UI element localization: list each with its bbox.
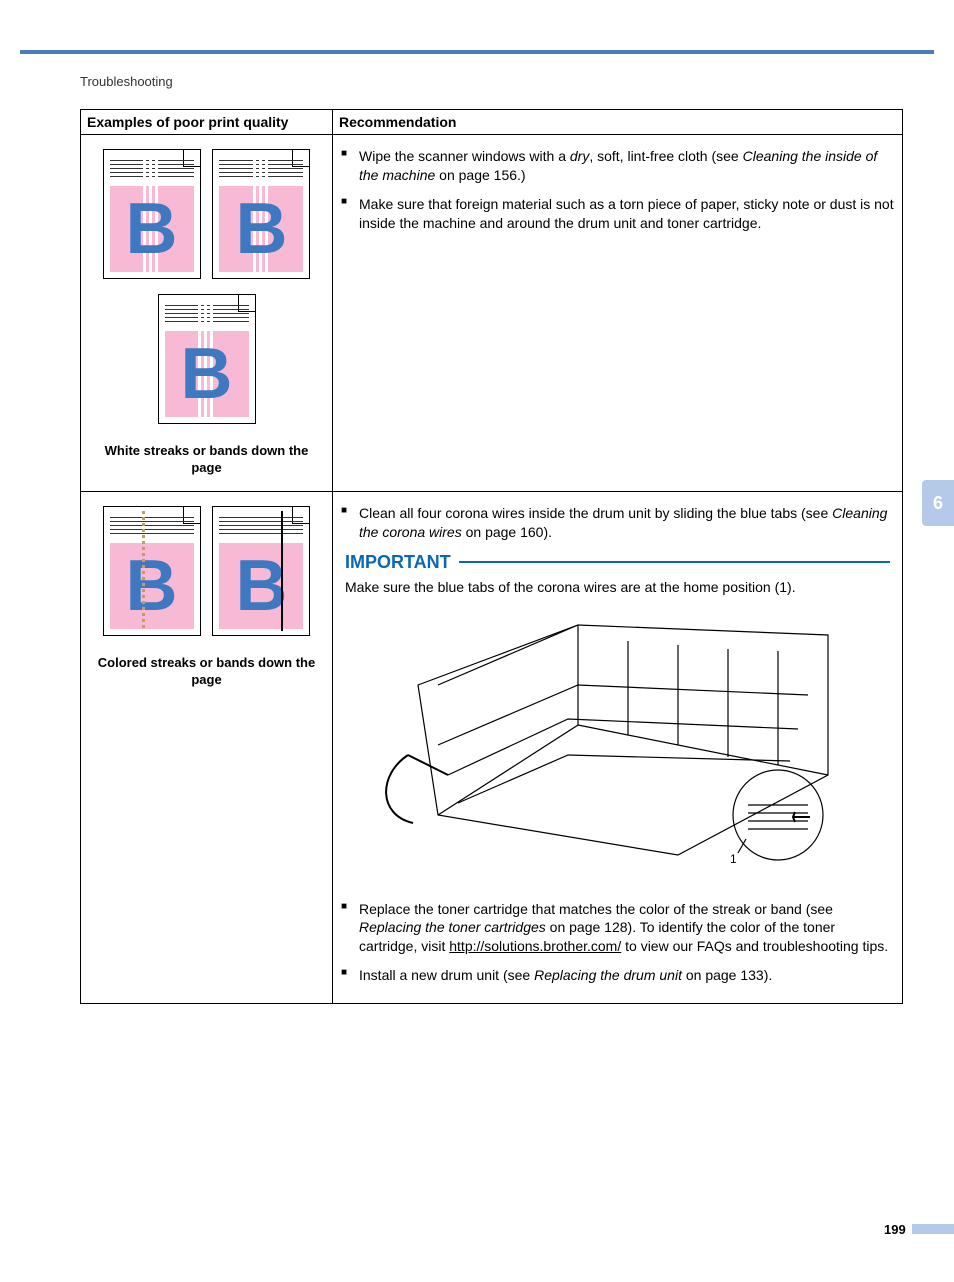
top-rule [20, 50, 934, 54]
table-row: B B B White streaks or bands down the pa… [81, 135, 903, 492]
sample-page-icon: B [103, 506, 201, 636]
text: on page 156.) [435, 167, 525, 183]
figure-callout-label: 1 [730, 852, 737, 866]
text: on page 133). [682, 967, 772, 983]
sample-page-icon: B [103, 149, 201, 279]
cross-ref: Replacing the drum unit [534, 967, 682, 983]
sample-page-icon: B [212, 506, 310, 636]
important-rule [459, 561, 890, 563]
cross-ref: Replacing the toner cartridges [359, 919, 546, 935]
page-number: 199 [884, 1222, 906, 1237]
list-item: Make sure that foreign material such as … [341, 195, 894, 233]
hyperlink[interactable]: http://solutions.brother.com/ [449, 938, 621, 954]
text: Replace the toner cartridge that matches… [359, 901, 833, 917]
list-item: Install a new drum unit (see Replacing t… [341, 966, 894, 985]
text: Clean all four corona wires inside the d… [359, 505, 832, 521]
sample-page-icon: B [158, 294, 256, 424]
col-header-examples: Examples of poor print quality [81, 110, 333, 135]
example-white-streaks: B B B White streaks or bands down the pa… [89, 143, 324, 477]
table-row: B B Colored streaks or bands down the pa… [81, 491, 903, 1003]
important-label: IMPORTANT [345, 552, 459, 573]
section-header: Troubleshooting [80, 74, 954, 89]
text: Install a new drum unit (see [359, 967, 534, 983]
troubleshooting-table: Examples of poor print quality Recommend… [80, 109, 903, 1004]
important-text: Make sure the blue tabs of the corona wi… [345, 579, 890, 595]
list-item: Clean all four corona wires inside the d… [341, 504, 894, 542]
recommendation-list: Wipe the scanner windows with a dry, sof… [341, 147, 894, 233]
page-number-bar: 199 [884, 1222, 954, 1236]
printer-diagram-icon: 1 [378, 605, 858, 888]
text: to view our FAQs and troubleshooting tip… [621, 938, 888, 954]
list-item: Wipe the scanner windows with a dry, sof… [341, 147, 894, 185]
important-callout: IMPORTANT Make sure the blue tabs of the… [345, 552, 890, 888]
chapter-tab: 6 [922, 480, 954, 526]
list-item: Replace the toner cartridge that matches… [341, 900, 894, 957]
example-caption: Colored streaks or bands down the page [93, 655, 320, 689]
emphasis: dry [570, 148, 589, 164]
col-header-recommendation: Recommendation [333, 110, 903, 135]
page-number-stub [912, 1224, 954, 1234]
text: , soft, lint-free cloth (see [589, 148, 742, 164]
example-colored-streaks: B B Colored streaks or bands down the pa… [89, 500, 324, 689]
text: on page 160). [462, 524, 552, 540]
recommendation-list: Replace the toner cartridge that matches… [341, 900, 894, 986]
example-caption: White streaks or bands down the page [93, 443, 320, 477]
recommendation-list: Clean all four corona wires inside the d… [341, 504, 894, 542]
text: Wipe the scanner windows with a [359, 148, 570, 164]
sample-page-icon: B [212, 149, 310, 279]
